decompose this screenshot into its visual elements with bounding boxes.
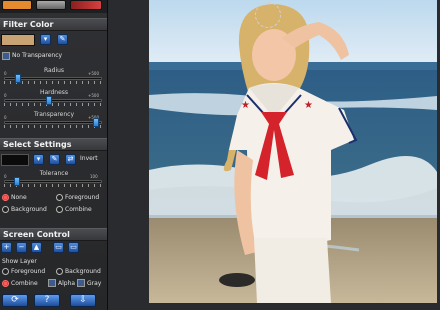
invert-button[interactable]: ⇄ <box>65 154 76 165</box>
filter-color-title: Filter Color <box>3 20 54 29</box>
option-foreground-label: Foreground <box>65 194 100 201</box>
radius-max: +500 <box>88 71 99 76</box>
swatch-orange[interactable] <box>2 0 32 10</box>
radio-layer-foreground[interactable] <box>2 268 9 275</box>
eyedropper-button[interactable]: ✎ <box>57 34 68 45</box>
invert-label: Invert <box>80 155 98 162</box>
plus-icon[interactable]: + <box>1 242 12 253</box>
layer-background-label: Background <box>65 268 101 275</box>
gray-label: Gray <box>87 280 102 287</box>
tool-panel: Filter Color ▾ ✎ No Transparency Radius … <box>0 0 108 310</box>
tolerance-min: 0 <box>4 174 7 179</box>
screen-control-header: Screen Control <box>0 228 107 241</box>
girl-on-beach-photo: ★ ★ <box>149 0 437 303</box>
view-button-2[interactable]: ▭ <box>68 242 79 253</box>
radio-background[interactable] <box>2 206 9 213</box>
radio-foreground[interactable] <box>56 194 63 201</box>
download-icon[interactable]: ⇩ <box>70 294 96 307</box>
transparency-ticks <box>4 125 102 128</box>
select-settings-title: Select Settings <box>3 140 72 149</box>
hardness-max: +500 <box>88 93 99 98</box>
option-background-label: Background <box>11 206 47 213</box>
layer-combine-label: Combine <box>11 280 38 287</box>
select-settings-header: Select Settings <box>0 138 107 151</box>
radio-none[interactable] <box>2 194 9 201</box>
select-color-swatch[interactable] <box>1 154 29 166</box>
select-eyedropper-button[interactable]: ✎ <box>49 154 60 165</box>
gray-checkbox[interactable] <box>77 279 85 287</box>
view-button-1[interactable]: ▭ <box>53 242 64 253</box>
no-transparency-checkbox[interactable] <box>2 52 10 60</box>
layer-foreground-label: Foreground <box>11 268 46 275</box>
swatch-red[interactable] <box>70 0 102 10</box>
alpha-label: Alpha <box>58 280 76 287</box>
radio-layer-background[interactable] <box>56 268 63 275</box>
show-layer-label: Show Layer <box>2 258 37 265</box>
filter-color-swatch[interactable] <box>1 34 35 46</box>
help-icon[interactable]: ? <box>34 294 60 307</box>
hardness-min: 0 <box>4 93 7 98</box>
svg-text:★: ★ <box>304 100 313 111</box>
tolerance-slider-thumb[interactable] <box>14 177 21 186</box>
svg-text:★: ★ <box>241 100 250 111</box>
transparency-min: 0 <box>4 115 7 120</box>
swatch-gray[interactable] <box>36 0 66 10</box>
alpha-checkbox[interactable] <box>48 279 56 287</box>
hardness-slider-track[interactable] <box>4 99 102 102</box>
radio-layer-combine[interactable] <box>2 280 9 287</box>
radius-slider-thumb[interactable] <box>15 74 22 83</box>
image-canvas[interactable]: ★ ★ <box>108 0 440 310</box>
filter-color-header: Filter Color <box>0 18 107 31</box>
hardness-slider-thumb[interactable] <box>46 96 53 105</box>
transparency-slider-track[interactable] <box>4 121 102 124</box>
radio-combine[interactable] <box>56 206 63 213</box>
option-none-label: None <box>11 194 27 201</box>
photo-preview[interactable]: ★ ★ <box>149 0 437 303</box>
tolerance-max: 100 <box>90 174 98 179</box>
no-transparency-label: No Transparency <box>12 52 63 59</box>
transparency-slider-thumb[interactable] <box>93 118 100 127</box>
screen-control-title: Screen Control <box>3 230 70 239</box>
color-swatch-strip <box>0 0 107 13</box>
minus-icon[interactable]: − <box>16 242 27 253</box>
hardness-ticks <box>4 103 102 106</box>
option-combine-label: Combine <box>65 206 92 213</box>
brush-cursor <box>255 2 281 28</box>
refresh-icon[interactable]: ⟳ <box>2 294 28 307</box>
radius-min: 0 <box>4 71 7 76</box>
color-dropdown-button[interactable]: ▾ <box>40 34 51 45</box>
up-arrow-icon[interactable]: ▲ <box>31 242 42 253</box>
select-dropdown-button[interactable]: ▾ <box>33 154 44 165</box>
